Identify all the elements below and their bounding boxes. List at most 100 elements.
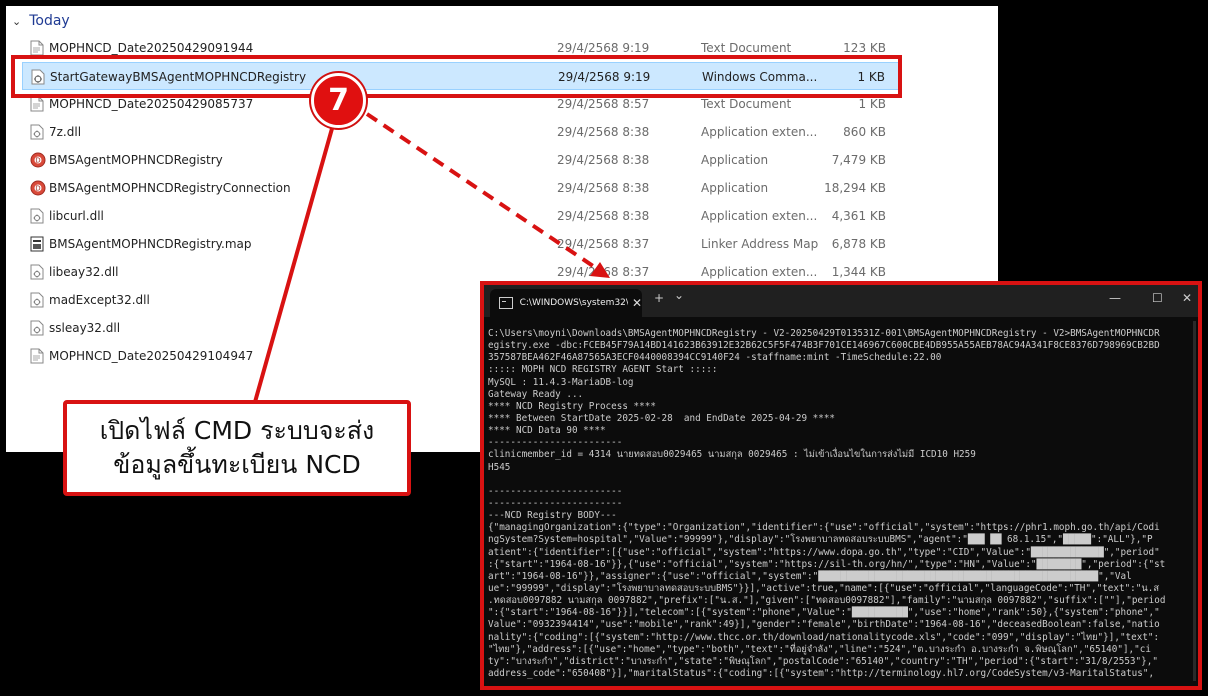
cmd-line: "ไทย"},"address":[{"use":"home","type":"… xyxy=(488,643,1151,655)
file-name: madExcept32.dll xyxy=(49,293,150,307)
cmd-line: 357587BEA462F46A87565A3ECF0440008394CC91… xyxy=(488,352,942,364)
file-date: 29/4/2568 8:38 xyxy=(557,153,650,167)
file-type: Application xyxy=(701,153,769,167)
svg-text:D: D xyxy=(35,157,40,165)
file-name: BMSAgentMOPHNCDRegistry xyxy=(49,153,223,167)
cmd-line: ty":"บางระกำ","district":"บางระกำ","stat… xyxy=(488,655,1158,667)
minimize-button[interactable]: — xyxy=(1109,291,1121,305)
cmd-line: C:\Users\moyni\Downloads\BMSAgentMOPHNCD… xyxy=(488,328,1160,339)
callout-line-1: เปิดไฟล์ CMD ระบบจะส่ง xyxy=(99,416,375,445)
file-date: 29/4/2568 8:57 xyxy=(557,97,650,111)
cmd-line: nality":{"coding":[{"system":"http://www… xyxy=(488,631,1160,643)
file-name: libeay32.dll xyxy=(49,265,119,279)
cmd-line: :{"start":"1964-08-16"}},{"use":"officia… xyxy=(488,558,1166,570)
step-badge: 7 xyxy=(311,73,366,128)
file-name: libcurl.dll xyxy=(49,209,104,223)
file-name: 7z.dll xyxy=(49,125,82,139)
file-type: Application exten... xyxy=(701,209,818,223)
cmd-line: egistry.exe -dbc:FCEB45F79A14BD141623B63… xyxy=(488,340,1160,352)
callout-line-2: ข้อมูลขึ้นทะเบียน NCD xyxy=(113,450,361,479)
tab-close-icon[interactable]: ✕ xyxy=(632,296,642,310)
text-file-icon xyxy=(30,348,44,364)
group-header-today[interactable]: ⌄ Today xyxy=(12,12,70,30)
file-size: 7,479 KB xyxy=(831,153,886,167)
file-name: MOPHNCD_Date20250429091944 xyxy=(49,41,254,55)
cmd-line xyxy=(488,474,1194,486)
cmd-line: atient":{"identifier":[{"use":"official"… xyxy=(488,546,1160,558)
file-type: Text Document xyxy=(701,97,792,111)
file-size: 123 KB xyxy=(843,41,886,55)
map-file-icon xyxy=(30,236,44,252)
file-name: MOPHNCD_Date20250429104947 xyxy=(49,349,254,363)
cmd-line: ngSystem?System=hospital","Value":"99999… xyxy=(488,534,1153,546)
cmd-tab-title: C:\WINDOWS\system32\cmd. xyxy=(519,298,628,308)
file-date: 29/4/2568 8:38 xyxy=(557,181,650,195)
file-date: 29/4/2568 8:37 xyxy=(557,237,650,251)
cmd-line: **** NCD Registry Process **** xyxy=(488,400,656,412)
cmd-line: ------------------------ xyxy=(488,497,623,509)
cmd-line: MySQL : 11.4.3-MariaDB-log xyxy=(488,376,634,388)
cmd-line: address_code":"650408"}],"maritalStatus"… xyxy=(488,667,1155,679)
cmd-line: {"managingOrganization":{"type":"Organiz… xyxy=(488,522,1160,534)
dll-file-icon xyxy=(30,124,44,140)
cmd-tab[interactable]: C:\WINDOWS\system32\cmd. ✕ xyxy=(490,289,642,317)
text-file-icon xyxy=(30,40,44,56)
cmd-line: .ทดสอบ0097882 นามสกุล 0097882","prefix":… xyxy=(488,595,1166,607)
cmd-line: Value":"0932394414","use":"mobile","rank… xyxy=(488,619,1160,631)
file-type: Linker Address Map xyxy=(701,237,819,251)
file-name: BMSAgentMOPHNCDRegistryConnection xyxy=(49,181,291,195)
cmd-line: ------------------------ xyxy=(488,485,623,497)
cmd-line: ---NCD Registry BODY--- xyxy=(488,510,617,522)
callout-box: เปิดไฟล์ CMD ระบบจะส่ง ข้อมูลขึ้นทะเบียน… xyxy=(63,400,411,496)
file-size: 18,294 KB xyxy=(824,181,886,195)
dll-file-icon xyxy=(30,264,44,280)
terminal-icon xyxy=(499,297,513,309)
cmd-line: ue":"99999","display":"โรงพยาบาลทดสอบระบ… xyxy=(488,582,1160,594)
cmd-output: C:\Users\moyni\Downloads\BMSAgentMOPHNCD… xyxy=(488,328,1194,680)
file-type: Text Document xyxy=(701,41,792,55)
dll-file-icon xyxy=(30,320,44,336)
file-row[interactable]: libcurl.dll 29/4/2568 8:38 Application ext… xyxy=(22,202,902,230)
file-row[interactable]: D BMSAgentMOPHNCDRegistryConnection 29/4/2… xyxy=(22,174,902,202)
app-icon: D xyxy=(30,152,46,168)
cmd-line: ":{"start":"1964-08-16"}}],"telecom":[{"… xyxy=(488,607,1160,619)
file-size: 860 KB xyxy=(843,125,886,139)
file-size: 6,878 KB xyxy=(831,237,886,251)
file-date: 29/4/2568 8:38 xyxy=(557,209,650,223)
file-type: Application exten... xyxy=(701,265,818,279)
file-type: Application xyxy=(701,181,769,195)
cmd-line: art":"1964-08-16"}},"assigner":{"use":"o… xyxy=(488,570,1132,582)
group-label: Today xyxy=(29,13,70,29)
close-button[interactable]: ✕ xyxy=(1182,291,1192,305)
file-row[interactable]: D BMSAgentMOPHNCDRegistry 29/4/2568 8:38 Ap… xyxy=(22,146,902,174)
highlight-box xyxy=(11,55,902,98)
maximize-button[interactable]: ☐ xyxy=(1152,291,1163,305)
text-file-icon xyxy=(30,96,44,112)
tab-dropdown-button[interactable]: ⌄ xyxy=(674,288,684,302)
scrollbar[interactable] xyxy=(1193,321,1196,681)
cmd-titlebar[interactable]: C:\WINDOWS\system32\cmd. ✕ + ⌄ — ☐ ✕ xyxy=(484,285,1198,317)
file-date: 29/4/2568 8:37 xyxy=(557,265,650,279)
cmd-line: ------------------------ xyxy=(488,437,623,449)
new-tab-button[interactable]: + xyxy=(654,291,664,305)
file-date: 29/4/2568 8:38 xyxy=(557,125,650,139)
dll-file-icon xyxy=(30,208,44,224)
file-date: 29/4/2568 9:19 xyxy=(557,41,650,55)
cmd-line: **** NCD Data 90 **** xyxy=(488,425,606,437)
file-size: 1,344 KB xyxy=(831,265,886,279)
cmd-line: Gateway Ready ... xyxy=(488,388,584,400)
svg-text:D: D xyxy=(35,185,40,193)
cmd-window: C:\WINDOWS\system32\cmd. ✕ + ⌄ — ☐ ✕ C:\… xyxy=(480,281,1202,690)
file-row[interactable]: BMSAgentMOPHNCDRegistry.map 29/4/2568 8:3… xyxy=(22,230,902,258)
cmd-line: clinicmember_id = 4314 นายทดสอบ0029465 น… xyxy=(488,449,976,461)
chevron-down-icon[interactable]: ⌄ xyxy=(12,15,21,28)
file-row[interactable]: 7z.dll 29/4/2568 8:38 Application exten...… xyxy=(22,118,902,146)
file-name: BMSAgentMOPHNCDRegistry.map xyxy=(49,237,252,251)
file-name: ssleay32.dll xyxy=(49,321,121,335)
cmd-line: **** Between StartDate 2025-02-28 and En… xyxy=(488,412,836,424)
cmd-line: H545 xyxy=(488,461,511,473)
file-type: Application exten... xyxy=(701,125,818,139)
file-size: 1 KB xyxy=(858,97,886,111)
file-size: 4,361 KB xyxy=(831,209,886,223)
app-icon: D xyxy=(30,180,46,196)
